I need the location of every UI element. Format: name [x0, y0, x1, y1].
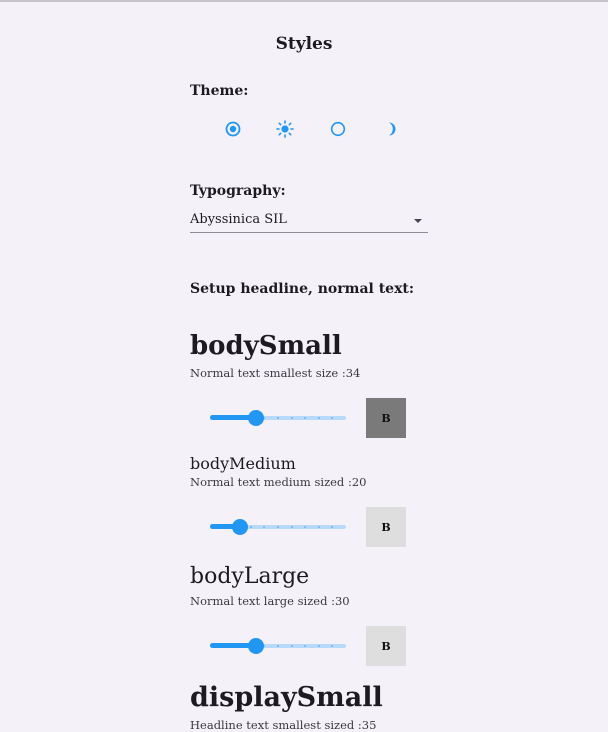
slider-thumb[interactable] — [248, 638, 265, 654]
style-subtitle-bodysmall: Normal text smallest size :34 — [190, 366, 361, 380]
page-title: Styles — [275, 34, 333, 54]
style-title-bodymedium: bodyMedium — [190, 454, 296, 473]
slider-thumb[interactable] — [231, 519, 248, 535]
style-subtitle-displaysmall: Headline text smallest sized :35 — [190, 718, 377, 732]
light-theme-icon — [276, 120, 294, 138]
size-slider-bodysmall[interactable] — [208, 408, 348, 428]
style-title-bodylarge: bodyLarge — [190, 564, 310, 589]
slider-tick — [249, 526, 252, 528]
auto-theme-icon — [225, 121, 241, 137]
theme-label: Theme: — [190, 83, 249, 99]
slider-tick — [277, 417, 279, 419]
slider-tick — [317, 645, 320, 647]
slider-tick — [277, 645, 279, 647]
chevron-down-icon — [414, 219, 422, 223]
style-title-bodysmall: bodySmall — [190, 331, 342, 361]
slider-tick — [317, 417, 320, 419]
bold-toggle-bodysmall[interactable]: B — [366, 398, 406, 438]
dark-theme-radio[interactable] — [379, 118, 403, 142]
slider-tick — [290, 526, 293, 528]
style-subtitle-bodylarge: Normal text large sized :30 — [190, 594, 350, 608]
slider-thumb[interactable] — [248, 410, 265, 426]
slider-tick — [317, 526, 320, 528]
window-top-border — [0, 0, 608, 2]
setup-label: Setup headline, normal text: — [190, 281, 415, 297]
system-theme-icon — [330, 121, 346, 137]
system-theme-radio[interactable] — [327, 118, 351, 142]
bold-toggle-bodylarge[interactable]: B — [366, 626, 406, 666]
style-title-displaysmall: displaySmall — [190, 682, 383, 713]
auto-theme-radio[interactable] — [222, 118, 246, 142]
theme-selector — [222, 118, 402, 142]
size-slider-bodylarge[interactable] — [208, 636, 348, 656]
slider-tick — [277, 526, 279, 528]
typography-selected-value: Abyssinica SIL — [190, 212, 287, 227]
dark-theme-icon — [389, 122, 396, 136]
bold-toggle-bodymedium[interactable]: B — [366, 507, 406, 547]
typography-dropdown[interactable]: Abyssinica SIL — [190, 210, 428, 233]
style-subtitle-bodymedium: Normal text medium sized :20 — [190, 475, 367, 489]
slider-tick — [290, 417, 293, 419]
typography-label: Typography: — [190, 183, 286, 199]
light-theme-radio[interactable] — [274, 118, 298, 142]
size-slider-bodymedium[interactable] — [208, 517, 348, 537]
slider-tick — [290, 645, 293, 647]
